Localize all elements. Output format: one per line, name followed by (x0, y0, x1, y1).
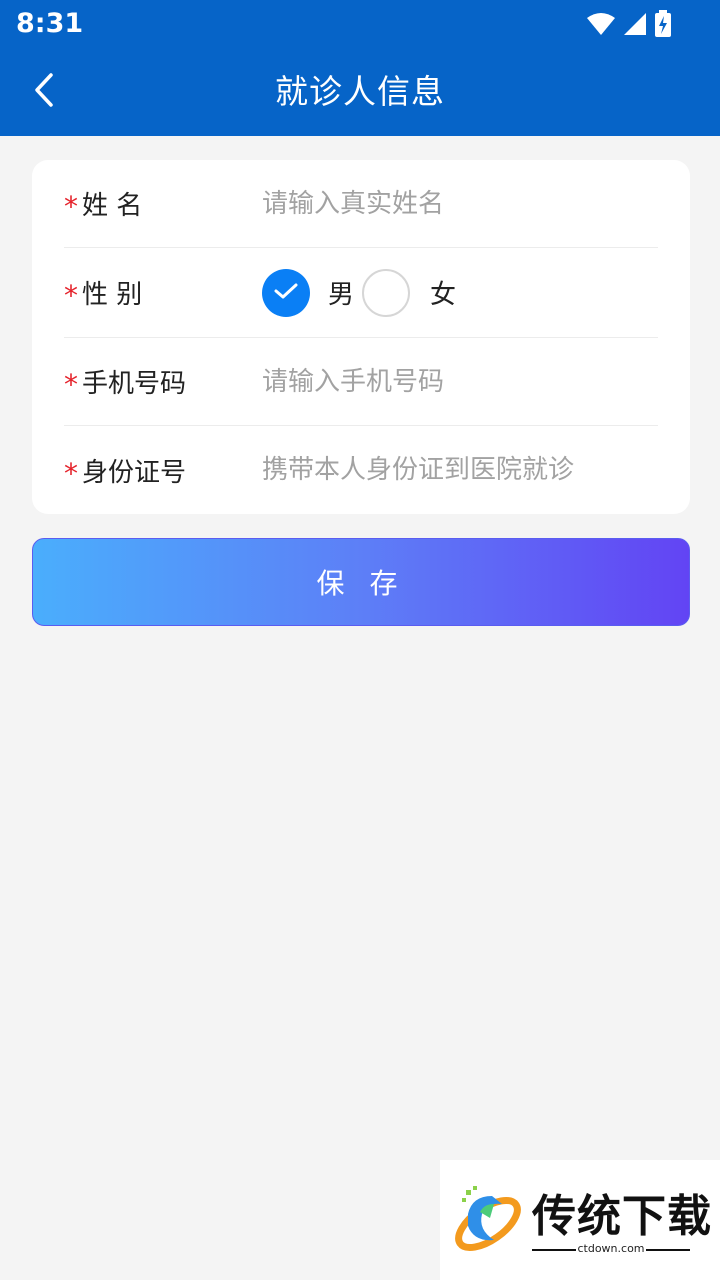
page-title: 就诊人信息 (275, 72, 445, 111)
save-button[interactable]: 保 存 (32, 538, 690, 626)
watermark: 传统下载 ctdown.com (440, 1160, 720, 1280)
gender-label-text: 性 别 (82, 280, 143, 310)
gender-radio-group: 男 女 (262, 268, 456, 317)
required-mark: * (64, 279, 78, 312)
gender-female-label[interactable]: 女 (430, 274, 456, 311)
checkmark-icon (273, 281, 299, 305)
required-mark: * (64, 190, 78, 223)
watermark-url: ctdown.com (532, 1242, 690, 1255)
signal-icon (622, 11, 648, 41)
name-label-text: 姓 名 (82, 191, 143, 221)
wifi-icon (586, 11, 616, 41)
name-input[interactable] (262, 173, 658, 234)
phone-row: * 手机号码 (64, 338, 658, 426)
gender-row: * 性 别 男 女 (64, 248, 658, 338)
gender-label: * 性 别 (64, 249, 262, 337)
watermark-brand: 传统下载 (532, 1191, 712, 1242)
status-time: 8:31 (16, 8, 84, 39)
required-mark: * (64, 456, 78, 490)
status-bar: 8:31 (0, 0, 720, 50)
battery-charging-icon (654, 10, 672, 42)
required-mark: * (64, 368, 78, 401)
app-bar: 就诊人信息 (0, 50, 720, 136)
gender-female-radio[interactable] (362, 268, 411, 317)
patient-form-card: * 姓 名 * 性 别 男 女 * 手机号码 * (32, 160, 690, 514)
phone-label-text: 手机号码 (82, 369, 187, 399)
phone-input[interactable] (262, 351, 658, 412)
watermark-logo-icon (450, 1184, 526, 1260)
phone-label: * 手机号码 (64, 338, 262, 426)
id-card-label-text: 身份证号 (82, 457, 187, 488)
id-card-label: * 身份证号 (64, 426, 262, 514)
gender-male-label[interactable]: 男 (328, 274, 354, 311)
name-row: * 姓 名 (64, 160, 658, 248)
id-card-row: * 身份证号 (64, 426, 658, 514)
gender-male-radio[interactable] (262, 268, 310, 317)
name-label: * 姓 名 (64, 160, 262, 248)
id-card-input[interactable] (262, 440, 658, 500)
status-icons (586, 10, 672, 42)
